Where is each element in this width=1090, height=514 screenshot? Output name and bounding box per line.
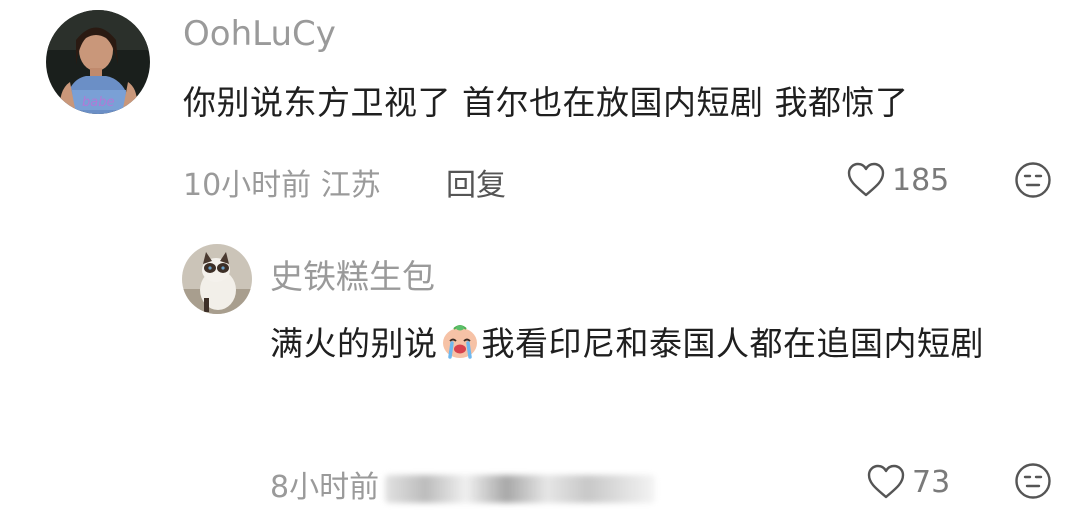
comment-text: 你别说东方卫视了 首尔也在放国内短剧 我都惊了 — [183, 83, 909, 122]
comment-text: 满火的别说 我看印尼和泰国人都在追国内短剧 — [270, 320, 1070, 368]
username[interactable]: OohLuCy — [183, 14, 336, 54]
redacted-location — [385, 474, 656, 503]
comment-text-part: 满火的别说 — [270, 324, 438, 363]
reply-button[interactable]: 回复 — [446, 160, 506, 204]
user-avatar[interactable] — [182, 244, 252, 314]
comment-time: 8小时前 — [270, 470, 380, 505]
comment-time: 10小时前 — [183, 168, 312, 203]
like-count: 185 — [892, 162, 950, 198]
comment-text-part: 我看印尼和泰国人都在追国内短剧 — [481, 324, 984, 363]
comment-location: 江苏 — [320, 168, 381, 203]
neutral-face-icon[interactable] — [1014, 161, 1052, 203]
like-button[interactable]: 185 — [846, 160, 949, 200]
crying-face-emoji — [440, 321, 480, 361]
like-count: 73 — [912, 464, 951, 500]
svg-text:babe: babe — [82, 95, 114, 110]
comment-meta: 10小时前 江苏 — [183, 160, 381, 204]
user-avatar[interactable]: babe — [46, 10, 150, 114]
like-button[interactable]: 73 — [866, 462, 950, 502]
comment-meta: 8小时前 — [270, 462, 656, 506]
heart-outline-icon — [867, 464, 905, 499]
neutral-face-icon[interactable] — [1014, 462, 1052, 504]
heart-outline-icon — [847, 162, 885, 197]
username[interactable]: 史铁糕生包 — [270, 250, 435, 298]
